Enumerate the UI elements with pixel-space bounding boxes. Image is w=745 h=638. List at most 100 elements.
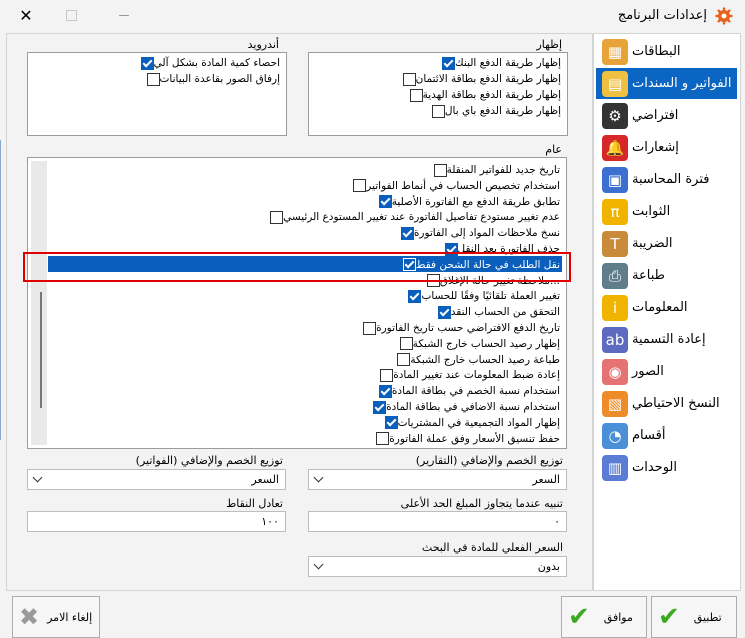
general-option[interactable]: طباعة رصيد الحساب خارج الشبكة [393, 352, 560, 368]
general-option[interactable]: استخدام نسبة الاضافي في بطاقة المادة [369, 399, 560, 415]
general-option-label: إظهار المواد التجميعية في المشتريات [397, 416, 560, 429]
checkmark-icon: ✔ [658, 602, 680, 632]
general-option[interactable]: تغيير العملة تلقائيًا وفقًا للحساب [404, 288, 560, 304]
sidebar-item[interactable]: i المعلومات [596, 292, 737, 323]
sidebar-item[interactable]: π الثوابت [596, 196, 737, 227]
display-option[interactable]: إظهار طريقة الدفع بطاقة الهدية [406, 87, 561, 103]
general-option[interactable]: إظهار المواد التجميعية في المشتريات [381, 415, 560, 431]
general-option-row[interactable]: استخدام تخصيص الحساب في أنماط الفواتير [48, 177, 562, 193]
general-option[interactable]: التحقق من الحساب النقد [434, 304, 560, 320]
general-option-row[interactable]: استخدام نسبة الاضافي في بطاقة المادة [48, 398, 562, 414]
display-option[interactable]: إظهار طريقة الدفع البنك [438, 55, 561, 71]
general-option-row[interactable]: طباعة رصيد الحساب خارج الشبكة [48, 351, 562, 367]
sidebar-item[interactable]: ▧ النسخ الاحتياطي [596, 388, 737, 419]
backup-icon: ▧ [602, 390, 628, 417]
general-option-row[interactable]: نسخ ملاحظات المواد إلى الفاتورة [48, 224, 562, 240]
sidebar-item[interactable]: ▥ الوحدات [596, 452, 737, 483]
ok-button[interactable]: ✔ موافق [561, 596, 647, 638]
checkbox[interactable] [384, 416, 398, 430]
general-option-label: إظهار رصيد الحساب خارج الشبكة [412, 337, 560, 350]
checkbox[interactable] [363, 321, 377, 335]
general-option-row[interactable]: استخدام نسبة الخصم في بطاقة المادة [48, 382, 562, 398]
general-option-row[interactable]: تطابق طريقة الدفع مع الفاتورة الأصلية [48, 193, 562, 209]
general-option-row[interactable]: إظهار رصيد الحساب خارج الشبكة [48, 335, 562, 351]
general-option-row[interactable]: حفظ تنسيق الأسعار وفق عملة الفاتورة [48, 430, 562, 446]
general-option-row[interactable]: التحقق من الحساب النقد [48, 303, 562, 319]
general-option-row[interactable]: إظهار المواد التجميعية في المشتريات [48, 414, 562, 430]
general-option[interactable]: نسخ ملاحظات المواد إلى الفاتورة [397, 225, 560, 241]
checkbox[interactable] [433, 163, 447, 177]
checkbox[interactable] [378, 195, 392, 209]
display-option-label: إظهار طريقة الدفع بطاقة الهدية [422, 89, 561, 101]
cancel-x-icon: ✖ [19, 603, 40, 631]
discount-invoices-select[interactable]: السعر [27, 469, 286, 490]
general-option-row[interactable]: تاريخ جديد للفواتير المنقلة [48, 161, 562, 177]
sidebar-item[interactable]: 🔔 إشعارات [596, 132, 737, 163]
checkbox[interactable] [399, 337, 413, 351]
sidebar-item[interactable]: ▤ الفواتير و السندات [596, 68, 737, 99]
pi-icon: π [602, 198, 628, 225]
sidebar-item[interactable]: ◔ أقسام [596, 420, 737, 451]
sidebar-item[interactable]: ▣ فترة المحاسبة [596, 164, 737, 195]
general-option-label: التحقق من الحساب النقد [450, 306, 560, 319]
sidebar-item[interactable]: ◉ الصور [596, 356, 737, 387]
sidebar-item-label: الثوابت [632, 204, 671, 219]
minimize-icon[interactable] [119, 15, 129, 16]
checkbox[interactable] [378, 384, 392, 398]
android-option[interactable]: احصاء كمية المادة بشكل آلي [137, 55, 280, 71]
checkbox[interactable] [380, 368, 394, 382]
discount-reports-select[interactable]: السعر [308, 469, 567, 490]
general-option-row[interactable]: تغيير العملة تلقائيًا وفقًا للحساب [48, 287, 562, 303]
checkbox[interactable] [402, 72, 416, 86]
general-option[interactable]: عدم تغيير مستودع تفاصيل الفاتورة عند تغي… [266, 209, 560, 225]
general-option[interactable]: حفظ تنسيق الأسعار وفق عملة الفاتورة [372, 431, 560, 447]
display-option[interactable]: إظهار طريقة الدفع باي بال [428, 103, 561, 119]
sidebar-item[interactable]: ⚙ افتراضي [596, 100, 737, 131]
general-option[interactable]: تاريخ الدفع الافتراضي حسب تاريخ الفاتورة [359, 320, 560, 336]
checkbox[interactable] [408, 289, 422, 303]
general-option[interactable]: استخدام نسبة الخصم في بطاقة المادة [375, 383, 560, 399]
general-option[interactable]: تطابق طريقة الدفع مع الفاتورة الأصلية [375, 194, 560, 210]
general-option-row[interactable]: عدم تغيير مستودع تفاصيل الفاتورة عند تغي… [48, 208, 562, 224]
sidebar-item-label: الوحدات [632, 460, 677, 475]
checkbox[interactable] [373, 400, 387, 414]
checkbox[interactable] [437, 305, 451, 319]
apply-button[interactable]: ✔ تطبيق [651, 596, 737, 638]
checkbox[interactable] [400, 226, 414, 240]
checkbox[interactable] [140, 56, 154, 70]
cancel-button[interactable]: ✖ إلغاء الامر [12, 596, 100, 638]
sidebar-item[interactable]: T الضريبة [596, 228, 737, 259]
close-icon[interactable]: ✕ [16, 6, 36, 26]
checkbox[interactable] [397, 353, 411, 367]
actual-price-search-select[interactable]: بدون [308, 556, 567, 577]
app-gear-icon [715, 7, 733, 25]
checkbox[interactable] [442, 56, 456, 70]
max-amount-alert-input[interactable]: ٠ [308, 511, 567, 532]
general-option[interactable]: إعادة ضبط المعلومات عند تغيير المادة [376, 367, 560, 383]
sidebar-item[interactable]: ▦ البطاقات [596, 36, 737, 67]
android-option[interactable]: إرفاق الصور بقاعدة البيانات [143, 71, 280, 87]
scrollbar[interactable] [31, 161, 47, 445]
calendar-icon: ▣ [602, 166, 628, 193]
sidebar-item-label: الصور [632, 364, 664, 379]
points-equivalent-input[interactable]: ١٠٠ [27, 511, 286, 532]
general-option-label: حفظ تنسيق الأسعار وفق عملة الفاتورة [389, 432, 560, 445]
sidebar-item-label: أقسام [632, 428, 666, 443]
sidebar-item[interactable]: ⎙ طباعة [596, 260, 737, 291]
general-option-row[interactable]: تاريخ الدفع الافتراضي حسب تاريخ الفاتورة [48, 319, 562, 335]
scrollbar-thumb[interactable] [40, 292, 42, 408]
checkbox[interactable] [431, 104, 445, 118]
general-option[interactable]: استخدام تخصيص الحساب في أنماط الفواتير [349, 178, 560, 194]
checkbox[interactable] [409, 88, 423, 102]
checkbox[interactable] [270, 210, 284, 224]
checkbox[interactable] [146, 72, 160, 86]
general-option-row[interactable]: إعادة ضبط المعلومات عند تغيير المادة [48, 366, 562, 382]
general-option[interactable]: إظهار رصيد الحساب خارج الشبكة [396, 336, 560, 352]
checkbox[interactable] [376, 432, 390, 446]
checkbox[interactable] [353, 179, 367, 193]
sidebar-item[interactable]: ab إعادة التسمية [596, 324, 737, 355]
sidebar-item-label: الضريبة [632, 236, 673, 251]
general-options-list[interactable]: تاريخ جديد للفواتير المنقلة استخدام تخصيص… [27, 157, 567, 449]
display-option[interactable]: إظهار طريقة الدفع بطاقة الائتمان [399, 71, 561, 87]
general-option[interactable]: تاريخ جديد للفواتير المنقلة [430, 162, 560, 178]
